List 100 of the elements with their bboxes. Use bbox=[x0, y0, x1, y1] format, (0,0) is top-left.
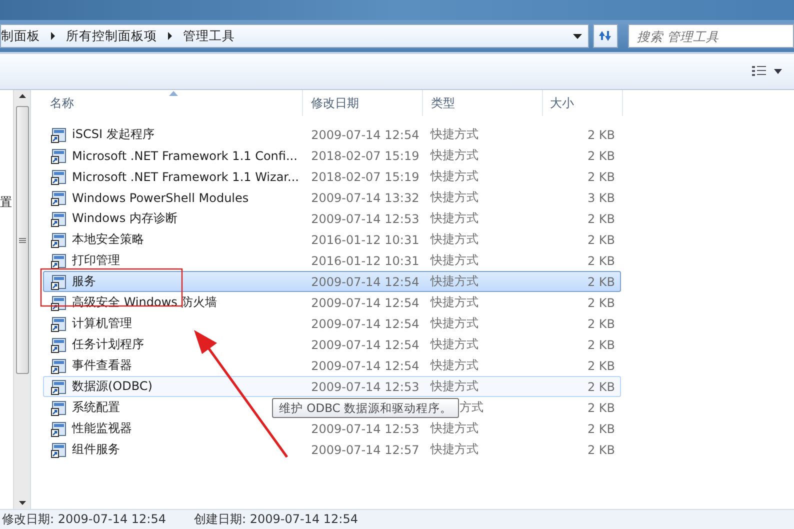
file-size: 2 KB bbox=[587, 296, 615, 310]
file-size: 2 KB bbox=[587, 358, 615, 372]
shortcut-icon bbox=[51, 210, 67, 226]
file-type: 快捷方式 bbox=[430, 147, 479, 164]
breadcrumb[interactable]: 所有控制面板项 bbox=[66, 28, 157, 44]
modified-date: 2009-07-14 12:54 bbox=[311, 338, 420, 352]
file-name: 服务 bbox=[72, 273, 96, 290]
address-bar[interactable]: 制面板 所有控制面板项 管理工具 bbox=[0, 24, 589, 48]
shortcut-icon bbox=[51, 148, 67, 164]
search-field[interactable]: 搜索 管理工具 bbox=[628, 24, 794, 48]
column-header[interactable]: 大小 bbox=[543, 90, 623, 116]
shortcut-icon bbox=[51, 252, 67, 268]
file-name: 事件查看器 bbox=[72, 357, 132, 374]
file-type: 快捷方式 bbox=[430, 315, 479, 332]
file-name: Microsoft .NET Framework 1.1 Wizar... bbox=[72, 170, 299, 184]
file-size: 2 KB bbox=[587, 148, 615, 162]
modified-date: 2018-02-07 15:19 bbox=[311, 170, 420, 184]
shortcut-icon bbox=[51, 294, 67, 310]
shortcut-icon bbox=[51, 274, 67, 290]
modified-date: 2009-07-14 12:54 bbox=[311, 358, 420, 372]
shortcut-icon bbox=[51, 126, 67, 142]
view-list-icon[interactable] bbox=[752, 66, 766, 77]
dropdown-icon[interactable] bbox=[774, 69, 782, 74]
file-name: 系统配置 bbox=[72, 399, 120, 416]
shortcut-icon bbox=[51, 420, 67, 436]
file-name: Windows PowerShell Modules bbox=[72, 190, 249, 204]
modified-date: 2009-07-14 12:53 bbox=[311, 380, 420, 394]
file-type: 快捷方式 bbox=[430, 168, 479, 185]
file-size: 2 KB bbox=[587, 212, 615, 226]
shortcut-icon bbox=[51, 316, 67, 332]
modified-date: 2009-07-14 12:57 bbox=[311, 442, 420, 456]
status-text: 创建日期: 2009-07-14 12:54 bbox=[194, 511, 358, 528]
file-type: 快捷方式 bbox=[430, 336, 479, 353]
sort-arrow-icon bbox=[168, 91, 178, 96]
nav-item[interactable]: 置 bbox=[0, 194, 12, 211]
refresh-button[interactable] bbox=[592, 24, 618, 48]
modified-date: 2018-02-07 15:19 bbox=[311, 148, 420, 162]
shortcut-icon bbox=[51, 358, 67, 374]
chevron-icon[interactable] bbox=[50, 32, 56, 40]
column-header[interactable]: 类型 bbox=[423, 90, 543, 116]
refresh-icon bbox=[597, 29, 614, 43]
file-name: 本地安全策略 bbox=[72, 231, 144, 248]
file-row[interactable]: 服务 2009-07-14 12:54 快捷方式 2 KB bbox=[43, 271, 621, 292]
shortcut-icon bbox=[51, 232, 67, 248]
modified-date: 2009-07-14 12:54 bbox=[311, 296, 420, 310]
file-size: 2 KB bbox=[587, 442, 615, 456]
file-size: 2 KB bbox=[587, 338, 615, 352]
file-type: 快捷方式 bbox=[430, 357, 479, 374]
file-type: 快捷方式 bbox=[430, 441, 479, 458]
shortcut-icon bbox=[51, 168, 67, 184]
shortcut-icon bbox=[51, 378, 67, 394]
file-name: 打印管理 bbox=[72, 252, 120, 269]
file-size: 2 KB bbox=[587, 254, 615, 268]
file-size: 2 KB bbox=[587, 170, 615, 184]
modified-date: 2009-07-14 12:54 bbox=[311, 128, 420, 142]
file-type: 快捷方式 bbox=[430, 378, 479, 395]
breadcrumb[interactable]: 管理工具 bbox=[183, 28, 235, 44]
scroll-up-icon[interactable] bbox=[18, 94, 26, 98]
scroll-thumb[interactable] bbox=[16, 106, 28, 374]
column-header[interactable]: 名称 bbox=[43, 90, 303, 116]
tooltip: 维护 ODBC 数据源和驱动程序。 bbox=[272, 398, 459, 418]
modified-date: 2009-07-14 13:32 bbox=[311, 190, 420, 204]
file-type: 快捷方式 bbox=[430, 420, 479, 437]
file-name: 计算机管理 bbox=[72, 315, 132, 332]
file-type: 快捷方式 bbox=[430, 252, 479, 269]
file-size: 3 KB bbox=[587, 190, 615, 204]
file-name: 数据源(ODBC) bbox=[72, 378, 152, 395]
file-name: 组件服务 bbox=[72, 441, 120, 458]
modified-date: 2009-07-14 12:54 bbox=[311, 316, 420, 330]
file-type: 快捷方式 bbox=[430, 126, 479, 143]
chevron-icon[interactable] bbox=[167, 32, 173, 40]
shortcut-icon bbox=[51, 400, 67, 416]
file-type: 方式 bbox=[460, 399, 484, 416]
file-type: 快捷方式 bbox=[430, 189, 479, 206]
file-type: 快捷方式 bbox=[430, 231, 479, 248]
file-type: 快捷方式 bbox=[430, 273, 479, 290]
status-text: 修改日期: 2009-07-14 12:54 bbox=[2, 511, 166, 528]
file-type: 快捷方式 bbox=[430, 294, 479, 311]
scrollbar[interactable] bbox=[13, 90, 30, 509]
scroll-down-icon[interactable] bbox=[18, 501, 26, 505]
shortcut-icon bbox=[51, 190, 67, 206]
file-size: 2 KB bbox=[587, 232, 615, 246]
file-size: 2 KB bbox=[587, 400, 615, 414]
breadcrumb[interactable]: 制面板 bbox=[1, 28, 40, 44]
modified-date: 2009-07-14 12:53 bbox=[311, 212, 420, 226]
file-size: 2 KB bbox=[587, 128, 615, 142]
shortcut-icon bbox=[51, 442, 67, 458]
file-size: 2 KB bbox=[587, 316, 615, 330]
file-name: Microsoft .NET Framework 1.1 Confi... bbox=[72, 148, 298, 162]
column-header[interactable]: 修改日期 bbox=[303, 90, 423, 116]
grip-icon bbox=[18, 238, 26, 242]
modified-date: 2009-07-14 12:54 bbox=[311, 274, 420, 288]
shortcut-icon bbox=[51, 336, 67, 352]
file-type: 快捷方式 bbox=[430, 210, 479, 227]
file-name: 任务计划程序 bbox=[72, 336, 144, 353]
file-size: 2 KB bbox=[587, 380, 615, 394]
dropdown-icon[interactable] bbox=[572, 34, 582, 38]
modified-date: 2009-07-14 12:53 bbox=[311, 422, 420, 436]
file-row[interactable]: 数据源(ODBC) 2009-07-14 12:53 快捷方式 2 KB bbox=[43, 376, 621, 397]
file-size: 2 KB bbox=[587, 274, 615, 288]
